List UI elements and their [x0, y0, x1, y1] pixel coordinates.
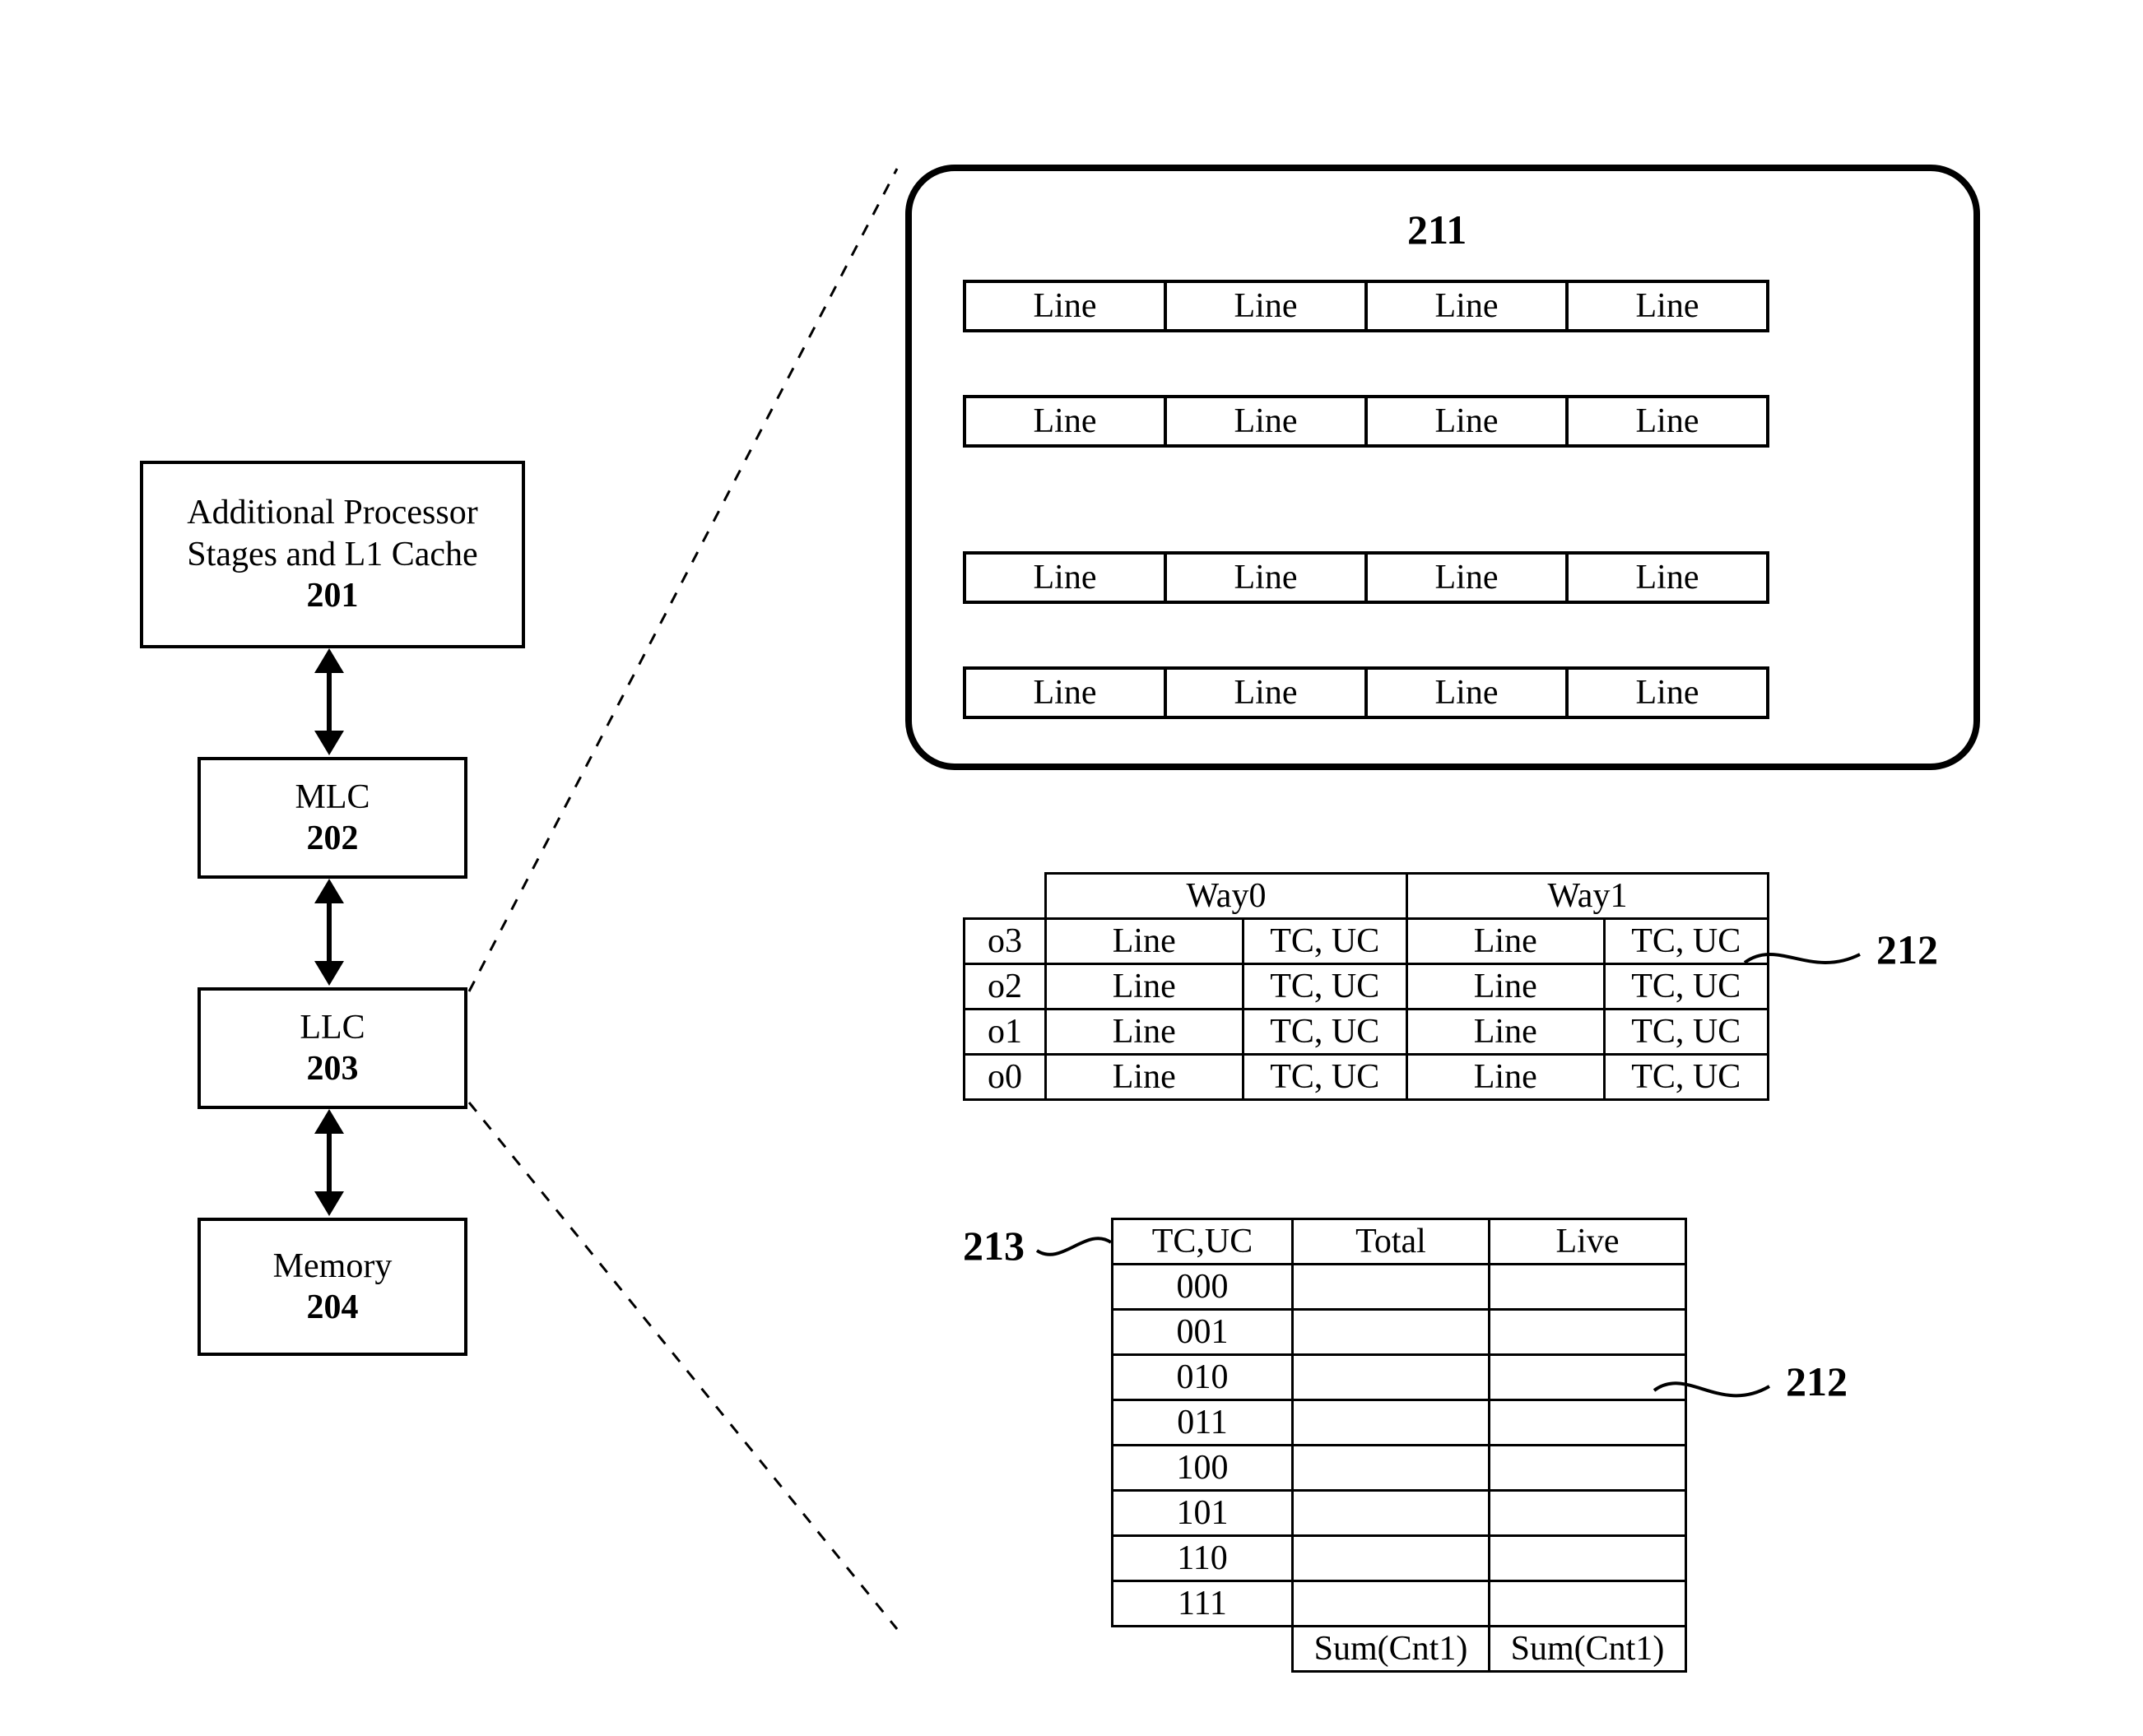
line-row-3: Line Line Line Line	[963, 666, 1769, 719]
line-cell: Line	[1167, 398, 1368, 444]
table-213: TC,UC Total Live 000 001 010 011 100 101…	[1111, 1218, 1687, 1673]
line-cell: Line	[1167, 555, 1368, 601]
callout-213: 213	[963, 1222, 1025, 1270]
line-cell: Line	[1569, 398, 1766, 444]
cell-line: Line	[1046, 1010, 1243, 1055]
cell-tcuc: TC, UC	[1604, 1010, 1768, 1055]
table-212: Way0 Way1 o3 Line TC, UC Line TC, UC o2 …	[963, 872, 1769, 1101]
cell-tcuc: TC, UC	[1604, 1055, 1768, 1100]
cell-tcuc: TC, UC	[1243, 1010, 1406, 1055]
callout-212-top: 212	[1876, 926, 1938, 973]
line-cell: Line	[966, 283, 1167, 329]
hdr-tcuc: TC,UC	[1113, 1219, 1293, 1265]
callout-212-bottom: 212	[1786, 1358, 1848, 1405]
cell-line: Line	[1046, 919, 1243, 964]
cell-line: Line	[1407, 1055, 1605, 1100]
sum-live: Sum(Cnt1)	[1490, 1627, 1686, 1672]
col-way1: Way1	[1407, 874, 1769, 919]
hdr-total: Total	[1293, 1219, 1490, 1265]
cell-line: Line	[1046, 964, 1243, 1010]
line-cell: Line	[1368, 670, 1569, 716]
cell-tcuc: TC, UC	[1243, 964, 1406, 1010]
row-o0: o0	[965, 1055, 1046, 1100]
row-o1: o1	[965, 1010, 1046, 1055]
cell-line: Line	[1407, 919, 1605, 964]
code-111: 111	[1113, 1581, 1293, 1627]
code-110: 110	[1113, 1536, 1293, 1581]
code-101: 101	[1113, 1491, 1293, 1536]
col-way0: Way0	[1046, 874, 1407, 919]
row-o3: o3	[965, 919, 1046, 964]
line-cell: Line	[1368, 398, 1569, 444]
hdr-live: Live	[1490, 1219, 1686, 1265]
cell-tcuc: TC, UC	[1243, 919, 1406, 964]
line-cell: Line	[1569, 670, 1766, 716]
line-cell: Line	[1167, 283, 1368, 329]
line-cell: Line	[966, 670, 1167, 716]
cell-line: Line	[1046, 1055, 1243, 1100]
code-011: 011	[1113, 1400, 1293, 1446]
cell-tcuc: TC, UC	[1604, 919, 1768, 964]
line-cell: Line	[1368, 555, 1569, 601]
line-cell: Line	[1368, 283, 1569, 329]
line-row-1: Line Line Line Line	[963, 395, 1769, 448]
row-o2: o2	[965, 964, 1046, 1010]
line-cell: Line	[966, 555, 1167, 601]
cell-tcuc: TC, UC	[1604, 964, 1768, 1010]
cell-line: Line	[1407, 964, 1605, 1010]
code-010: 010	[1113, 1355, 1293, 1400]
line-row-0: Line Line Line Line	[963, 280, 1769, 332]
line-cell: Line	[1569, 555, 1766, 601]
code-001: 001	[1113, 1310, 1293, 1355]
cell-line: Line	[1407, 1010, 1605, 1055]
cell-tcuc: TC, UC	[1243, 1055, 1406, 1100]
line-cell: Line	[1167, 670, 1368, 716]
line-cell: Line	[966, 398, 1167, 444]
line-row-2: Line Line Line Line	[963, 551, 1769, 604]
label-211: 211	[1407, 206, 1467, 253]
sum-total: Sum(Cnt1)	[1293, 1627, 1490, 1672]
line-cell: Line	[1569, 283, 1766, 329]
code-100: 100	[1113, 1446, 1293, 1491]
code-000: 000	[1113, 1265, 1293, 1310]
